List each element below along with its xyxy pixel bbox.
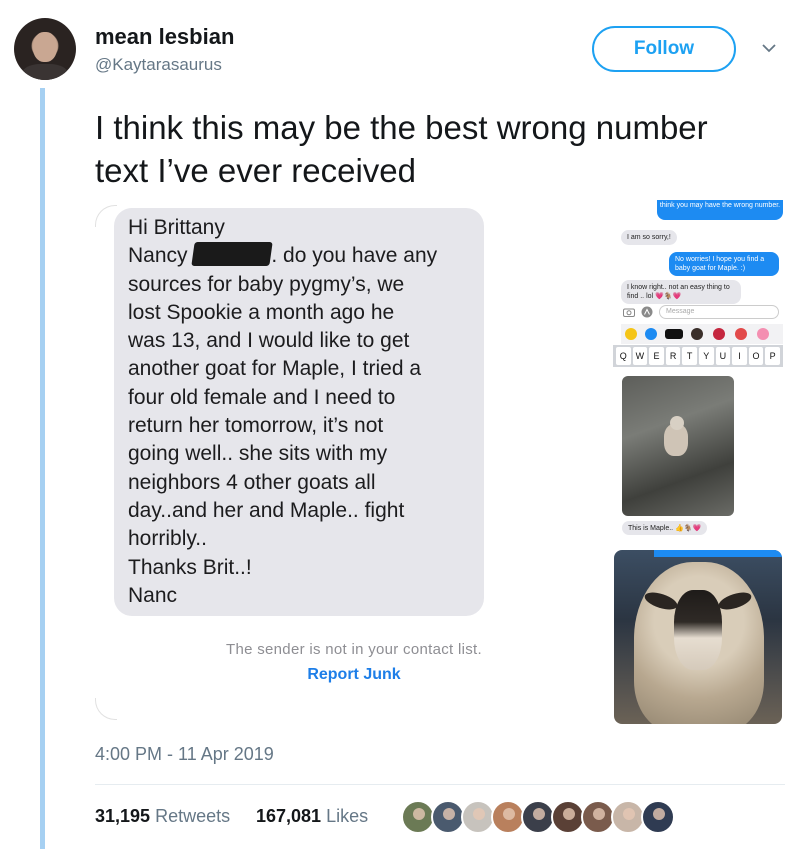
- sent-bubble: think you may have the wrong number.: [657, 200, 783, 220]
- goat-photo-large[interactable]: [614, 550, 782, 724]
- applepay-app-icon: [665, 329, 683, 339]
- message-line: return her tomorrow, it’s not: [128, 414, 384, 438]
- message-line: another goat for Maple, I tried a: [128, 357, 422, 381]
- app-icon: [691, 328, 703, 340]
- message-line: lost Spookie a month ago he: [128, 300, 395, 324]
- message-line: Thanks Brit..!: [128, 555, 252, 579]
- camera-icon: [623, 308, 635, 317]
- media-corner: [95, 698, 117, 720]
- retweets-label: Retweets: [155, 806, 231, 826]
- message-line: was 13, and I would like to get: [128, 329, 410, 353]
- liker-avatar[interactable]: [551, 800, 585, 834]
- goat-photo-small[interactable]: [622, 376, 734, 516]
- message-text: . do you have any: [271, 244, 438, 268]
- key: P: [765, 347, 780, 365]
- message-line: Nanc: [128, 583, 178, 607]
- photo-caption: This is Maple.. 👍🐐💗: [622, 521, 708, 535]
- music-app-icon: [757, 328, 769, 340]
- received-bubble: I know right.. not an easy thing to find…: [621, 280, 741, 304]
- follow-button[interactable]: Follow: [592, 26, 736, 72]
- likers-facepile[interactable]: [401, 800, 675, 834]
- chevron-down-icon[interactable]: [761, 40, 777, 56]
- message-text: Nancy: [128, 244, 194, 268]
- message-line: Hi Brittany: [128, 216, 225, 239]
- thread-line: [40, 88, 45, 849]
- message-input[interactable]: Message: [659, 305, 779, 319]
- message-line: sources for baby pygmy’s, we: [128, 272, 405, 296]
- photos-app-icon: [625, 328, 637, 340]
- goat-face: [674, 590, 722, 670]
- key: E: [649, 347, 664, 365]
- likes-count: 167,081: [256, 806, 322, 826]
- message-line: Nancy . do you have any: [128, 242, 470, 270]
- liker-avatar[interactable]: [401, 800, 435, 834]
- sent-bubble-edge: [654, 550, 782, 557]
- likes-label: Likes: [326, 806, 369, 826]
- sent-bubble: No worries! I hope you find a baby goat …: [669, 252, 779, 276]
- key: W: [632, 347, 648, 365]
- keyboard-row: Q W E R T Y U I O P: [613, 345, 783, 367]
- display-name[interactable]: mean lesbian: [95, 24, 234, 50]
- divider: [95, 784, 785, 785]
- handle[interactable]: @Kaytarasaurus: [95, 55, 222, 75]
- message-bubble: Hi Brittany Nancy . do you have any sour…: [114, 208, 484, 616]
- key: Y: [698, 347, 714, 365]
- liker-avatar[interactable]: [521, 800, 555, 834]
- heart-app-icon: [713, 328, 725, 340]
- report-junk-link[interactable]: Report Junk: [95, 666, 613, 684]
- goat-head: [670, 416, 684, 430]
- sms-screenshot[interactable]: Hi Brittany Nancy . do you have any sour…: [95, 205, 600, 720]
- key: I: [732, 347, 747, 365]
- appstore-app-icon: [645, 328, 657, 340]
- appstore-icon: [641, 306, 653, 318]
- key: U: [715, 347, 731, 365]
- key: O: [748, 347, 764, 365]
- avatar-shirt: [22, 64, 68, 80]
- app-drawer: [621, 324, 783, 344]
- liker-avatar[interactable]: [461, 800, 495, 834]
- avatar-face: [33, 32, 57, 62]
- key: Q: [616, 347, 631, 365]
- sender-note: The sender is not in your contact list.: [226, 641, 482, 658]
- message-line: neighbors 4 other goats all: [128, 470, 376, 494]
- search-app-icon: [735, 328, 747, 340]
- redaction-bar: [191, 242, 274, 267]
- message-line: going well.. she sits with my: [128, 442, 388, 466]
- retweets-count: 31,195: [95, 806, 151, 826]
- received-bubble: I am so sorry,!: [621, 230, 677, 245]
- key: T: [682, 347, 697, 365]
- message-line: horribly..: [128, 527, 207, 551]
- likes-stat[interactable]: 167,081 Likes: [256, 806, 368, 827]
- liker-avatar[interactable]: [431, 800, 465, 834]
- avatar[interactable]: [14, 18, 76, 80]
- liker-avatar[interactable]: [491, 800, 525, 834]
- timestamp[interactable]: 4:00 PM - 11 Apr 2019: [95, 744, 274, 765]
- tweet-text: I think this may be the best wrong numbe…: [95, 109, 708, 189]
- retweets-stat[interactable]: 31,195 Retweets: [95, 806, 230, 827]
- liker-avatar[interactable]: [581, 800, 615, 834]
- message-line: four old female and I need to: [128, 385, 396, 409]
- message-line: day..and her and Maple.. fight: [128, 498, 405, 522]
- key: R: [665, 347, 681, 365]
- liker-avatar[interactable]: [611, 800, 645, 834]
- liker-avatar[interactable]: [641, 800, 675, 834]
